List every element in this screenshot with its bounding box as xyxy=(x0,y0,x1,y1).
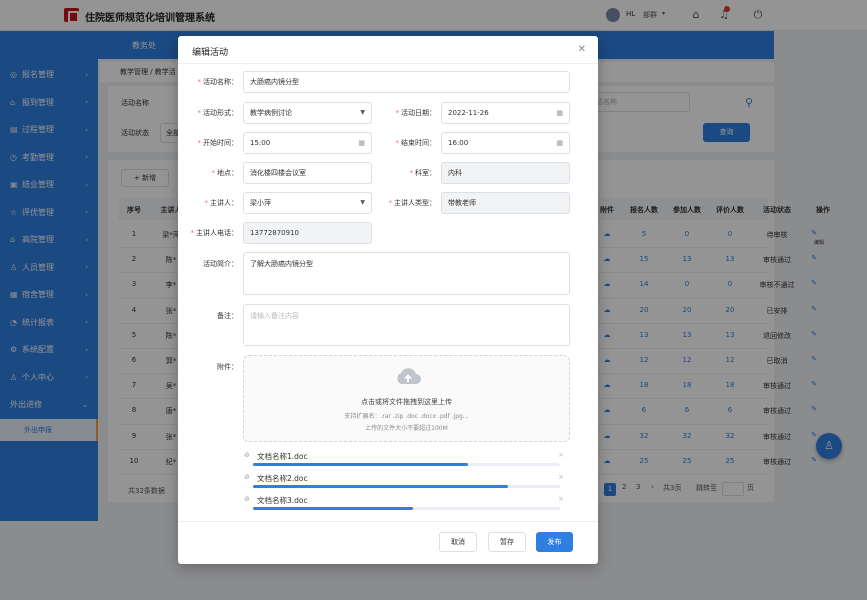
close-icon[interactable]: × xyxy=(558,495,564,503)
label-place: * 地点： xyxy=(211,169,239,177)
time-value: 16:00 xyxy=(448,139,469,147)
place-input[interactable]: 消化楼四楼会议室 xyxy=(243,162,372,184)
label-text: 活动日期： xyxy=(401,109,436,117)
file-name[interactable]: 文档名称3.doc xyxy=(257,495,308,506)
activity-date-picker[interactable]: 2022-11-26 ▦ xyxy=(441,102,570,124)
divider xyxy=(178,63,598,64)
cancel-button[interactable]: 取消 xyxy=(439,532,477,552)
phone-input: 13772870910 xyxy=(243,222,372,244)
label-text: 主讲人： xyxy=(210,199,238,207)
publish-button[interactable]: 发布 xyxy=(536,532,573,552)
label-intro: 活动简介： xyxy=(203,260,238,268)
label-start-time: * 开始时间： xyxy=(197,139,239,147)
dept-input: 内科 xyxy=(441,162,570,184)
activity-form-select[interactable]: 教学病例讨论 ▼ xyxy=(243,102,372,124)
label-text: 主讲人类型： xyxy=(394,199,436,207)
close-icon[interactable]: ✕ xyxy=(578,44,586,55)
save-draft-button[interactable]: 暂存 xyxy=(488,532,526,552)
date-value: 2022-11-26 xyxy=(448,109,489,117)
paperclip-icon: ⊘ xyxy=(244,495,250,503)
divider xyxy=(178,521,598,522)
intro-textarea[interactable]: 了解大肠癌内镜分型 xyxy=(243,252,570,295)
upload-limit-text: 上传的文件大小不要超过100M xyxy=(365,425,448,432)
file-item: ⊘ 文档名称3.doc × xyxy=(244,494,566,514)
label-text: 开始时间： xyxy=(203,139,238,147)
progress-fill xyxy=(253,485,508,488)
progress-track xyxy=(253,485,560,488)
time-value: 15:00 xyxy=(250,139,271,147)
select-value: 教学病例讨论 xyxy=(250,109,292,117)
chevron-down-icon: ▼ xyxy=(360,109,365,116)
remark-textarea[interactable]: 请输入备注内容 xyxy=(243,304,570,346)
label-text: 地点： xyxy=(217,169,238,177)
label-end-time: * 结束时间： xyxy=(395,139,437,147)
label-text: 科室： xyxy=(415,169,436,177)
upload-dropzone[interactable]: 点击或将文件拖拽到这里上传 支持扩展名：.rar .zip .doc .docx… xyxy=(243,355,570,442)
file-item: ⊘ 文档名称2.doc × xyxy=(244,472,566,492)
label-dept: * 科室： xyxy=(409,169,437,177)
calendar-icon: ▦ xyxy=(358,139,365,147)
start-time-picker[interactable]: 15:00 ▦ xyxy=(243,132,372,154)
select-value: 梁小萍 xyxy=(250,199,271,207)
label-text: 活动名称： xyxy=(203,78,238,86)
end-time-picker[interactable]: 16:00 ▦ xyxy=(441,132,570,154)
label-text: 主讲人电话： xyxy=(196,229,238,237)
upload-ext-text: 支持扩展名：.rar .zip .doc .docx .pdf .jpg... xyxy=(344,413,469,420)
label-phone: * 主讲人电话： xyxy=(190,229,239,237)
file-name[interactable]: 文档名称2.doc xyxy=(257,473,308,484)
file-item: ⊘ 文档名称1.doc × xyxy=(244,450,566,470)
edit-activity-modal: 编辑活动 ✕ * 活动名称： 大肠癌内镜分型 * 活动形式： 教学病例讨论 ▼ * 活动… xyxy=(178,36,598,564)
speaker-type-input: 带教老师 xyxy=(441,192,570,214)
activity-name-input[interactable]: 大肠癌内镜分型 xyxy=(243,71,570,93)
calendar-icon: ▦ xyxy=(556,109,563,117)
modal-title: 编辑活动 xyxy=(192,48,229,58)
chevron-down-icon: ▼ xyxy=(360,199,365,206)
label-speaker-type: * 主讲人类型： xyxy=(388,199,437,207)
label-speaker: * 主讲人： xyxy=(204,199,239,207)
speaker-select[interactable]: 梁小萍 ▼ xyxy=(243,192,372,214)
progress-track xyxy=(253,463,560,466)
label-activity-date: * 活动日期： xyxy=(395,109,437,117)
label-text: 活动形式： xyxy=(203,109,238,117)
paperclip-icon: ⊘ xyxy=(244,473,250,481)
progress-fill xyxy=(253,507,413,510)
label-text: 结束时间： xyxy=(401,139,436,147)
label-attachment: 附件： xyxy=(217,363,238,371)
label-activity-name: * 活动名称： xyxy=(197,78,239,86)
progress-track xyxy=(253,507,560,510)
paperclip-icon: ⊘ xyxy=(244,451,250,459)
close-icon[interactable]: × xyxy=(558,473,564,481)
close-icon[interactable]: × xyxy=(558,451,564,459)
cloud-upload-icon xyxy=(397,368,421,384)
file-name[interactable]: 文档名称1.doc xyxy=(257,451,308,462)
label-activity-form: * 活动形式： xyxy=(197,109,239,117)
calendar-icon: ▦ xyxy=(556,139,563,147)
progress-fill xyxy=(253,463,468,466)
label-remark: 备注： xyxy=(217,312,238,320)
upload-main-text: 点击或将文件拖拽到这里上传 xyxy=(361,398,452,406)
